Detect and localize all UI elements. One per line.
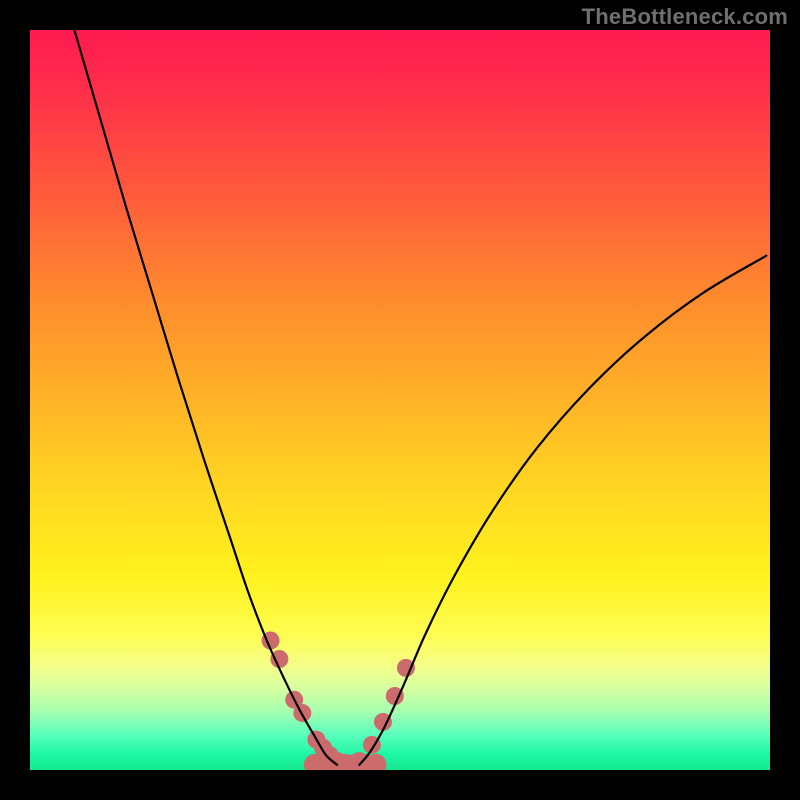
data-lines-layer (74, 30, 766, 765)
plot-area (30, 30, 770, 770)
watermark-text: TheBottleneck.com (582, 4, 788, 30)
chart-frame: TheBottleneck.com (0, 0, 800, 800)
curve-right (359, 256, 766, 765)
chart-svg (30, 30, 770, 770)
curve-left (74, 30, 337, 765)
data-dots-layer (262, 632, 415, 771)
data-dot (397, 659, 415, 677)
